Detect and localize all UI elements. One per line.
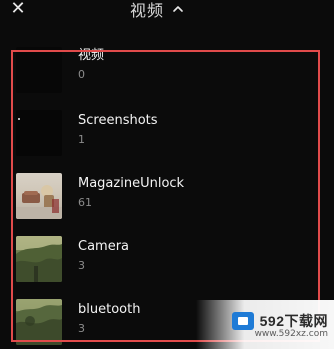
magazine-thumbnail-art — [16, 185, 62, 219]
watermark-brand: 592下载网 — [259, 312, 328, 329]
album-name: bluetooth — [78, 302, 141, 317]
album-picker-screen: ✕ 视频 视频 0 Screenshots 1 MagazineUnlock 6… — [0, 0, 334, 349]
camera-thumbnail-art — [16, 236, 62, 282]
watermark-logo-icon — [231, 311, 254, 330]
album-text: 视频 0 — [78, 48, 104, 104]
album-thumbnail — [16, 47, 62, 93]
album-count: 61 — [78, 196, 92, 209]
close-button[interactable]: ✕ — [6, 0, 30, 18]
album-count: 3 — [78, 259, 85, 272]
chevron-up-icon — [173, 6, 183, 12]
album-name: MagazineUnlock — [78, 176, 185, 191]
watermark-url: www.592xz.com — [254, 328, 328, 339]
album-name: Camera — [78, 239, 130, 254]
dropdown-title: 视频 — [130, 1, 165, 20]
album-count: 1 — [78, 133, 85, 146]
album-count: 0 — [78, 68, 85, 81]
site-watermark: 592下载网 www.592xz.com — [196, 300, 334, 349]
album-text: Screenshots 1 — [78, 113, 158, 169]
album-text: MagazineUnlock 61 — [78, 176, 184, 232]
album-name: Screenshots — [78, 113, 158, 128]
album-item-camera[interactable]: Camera 3 — [0, 231, 334, 287]
thumbnail-dot — [18, 118, 20, 120]
watermark-row: 592下载网 — [231, 311, 328, 331]
album-thumbnail — [16, 110, 62, 156]
watermark-content: 592下载网 www.592xz.com — [231, 311, 328, 339]
album-thumbnail — [16, 236, 62, 282]
album-count: 3 — [78, 322, 85, 335]
album-thumbnail — [16, 173, 62, 219]
album-dropdown[interactable]: 视频 — [130, 0, 184, 20]
album-text: bluetooth 3 — [78, 302, 140, 349]
album-text: Camera 3 — [78, 239, 129, 295]
close-icon: ✕ — [10, 0, 26, 19]
album-thumbnail — [16, 299, 62, 345]
album-item-video[interactable]: 视频 0 — [0, 42, 334, 98]
header-bar: ✕ 视频 — [0, 0, 334, 38]
bluetooth-thumbnail-art — [16, 299, 62, 345]
album-name: 视频 — [78, 48, 105, 63]
album-item-magazineunlock[interactable]: MagazineUnlock 61 — [0, 168, 334, 224]
album-item-screenshots[interactable]: Screenshots 1 — [0, 105, 334, 161]
